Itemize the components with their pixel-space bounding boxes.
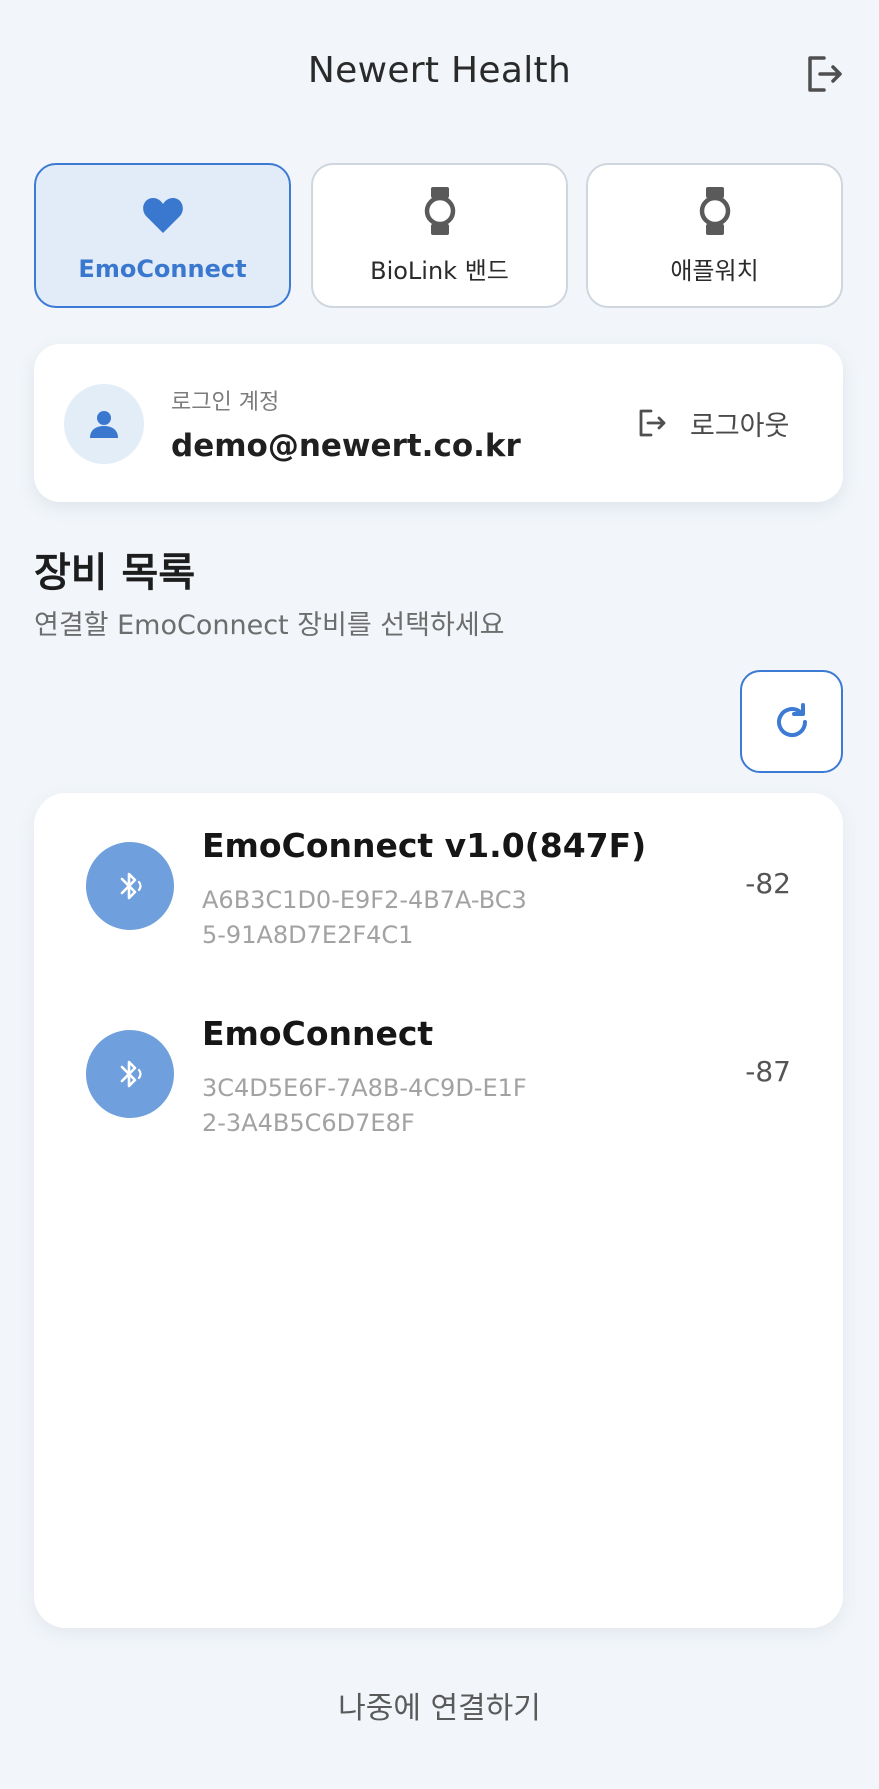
device-row[interactable]: EmoConnect v1.0(847F) A6B3C1D0-E9F2-4B7A…	[34, 793, 843, 963]
device-select-screen: Newert Health EmoConnect BioLink 밴드 애플워치…	[0, 0, 879, 1789]
section-title: 장비 목록	[34, 550, 196, 596]
section-subtitle: 연결할 EmoConnect 장비를 선택하세요	[34, 610, 505, 641]
account-caption: 로그인 계정	[171, 390, 280, 415]
device-rssi: -87	[745, 1055, 791, 1088]
avatar	[64, 384, 144, 464]
device-id: A6B3C1D0-E9F2-4B7A-BC35-91A8D7E2F4C1	[202, 886, 527, 949]
tab-biolink[interactable]: BioLink 밴드	[311, 163, 568, 308]
app-title: Newert Health	[307, 50, 572, 91]
tab-emoconnect[interactable]: EmoConnect	[34, 163, 291, 308]
exit-icon	[808, 56, 842, 92]
header-exit-button[interactable]	[800, 50, 848, 98]
tab-label: 애플워치	[670, 257, 759, 285]
logout-label: 로그아웃	[690, 410, 790, 442]
device-list: EmoConnect v1.0(847F) A6B3C1D0-E9F2-4B7A…	[34, 793, 843, 1628]
device-name: EmoConnect v1.0(847F)	[202, 826, 647, 865]
watch-icon	[423, 185, 457, 237]
account-email: demo@newert.co.kr	[171, 428, 521, 464]
logout-icon	[639, 409, 666, 437]
bluetooth-icon	[86, 842, 174, 930]
tab-label: EmoConnect	[78, 254, 247, 283]
device-name: EmoConnect	[202, 1014, 434, 1053]
tab-label: BioLink 밴드	[370, 257, 509, 285]
tab-apple-watch[interactable]: 애플워치	[586, 163, 843, 308]
device-row[interactable]: EmoConnect 3C4D5E6F-7A8B-4C9D-E1F2-3A4B5…	[34, 981, 843, 1151]
connect-later-button[interactable]: 나중에 연결하기	[0, 1683, 879, 1727]
bluetooth-icon	[86, 1030, 174, 1118]
refresh-icon	[776, 702, 807, 737]
watch-icon	[698, 185, 732, 237]
device-id: 3C4D5E6F-7A8B-4C9D-E1F2-3A4B5C6D7E8F	[202, 1074, 527, 1137]
refresh-button[interactable]	[740, 670, 843, 773]
device-rssi: -82	[745, 867, 791, 900]
heart-icon	[141, 189, 185, 241]
person-icon	[90, 411, 118, 438]
logout-button[interactable]: 로그아웃	[620, 394, 805, 452]
account-card: 로그인 계정 demo@newert.co.kr 로그아웃	[34, 344, 843, 502]
